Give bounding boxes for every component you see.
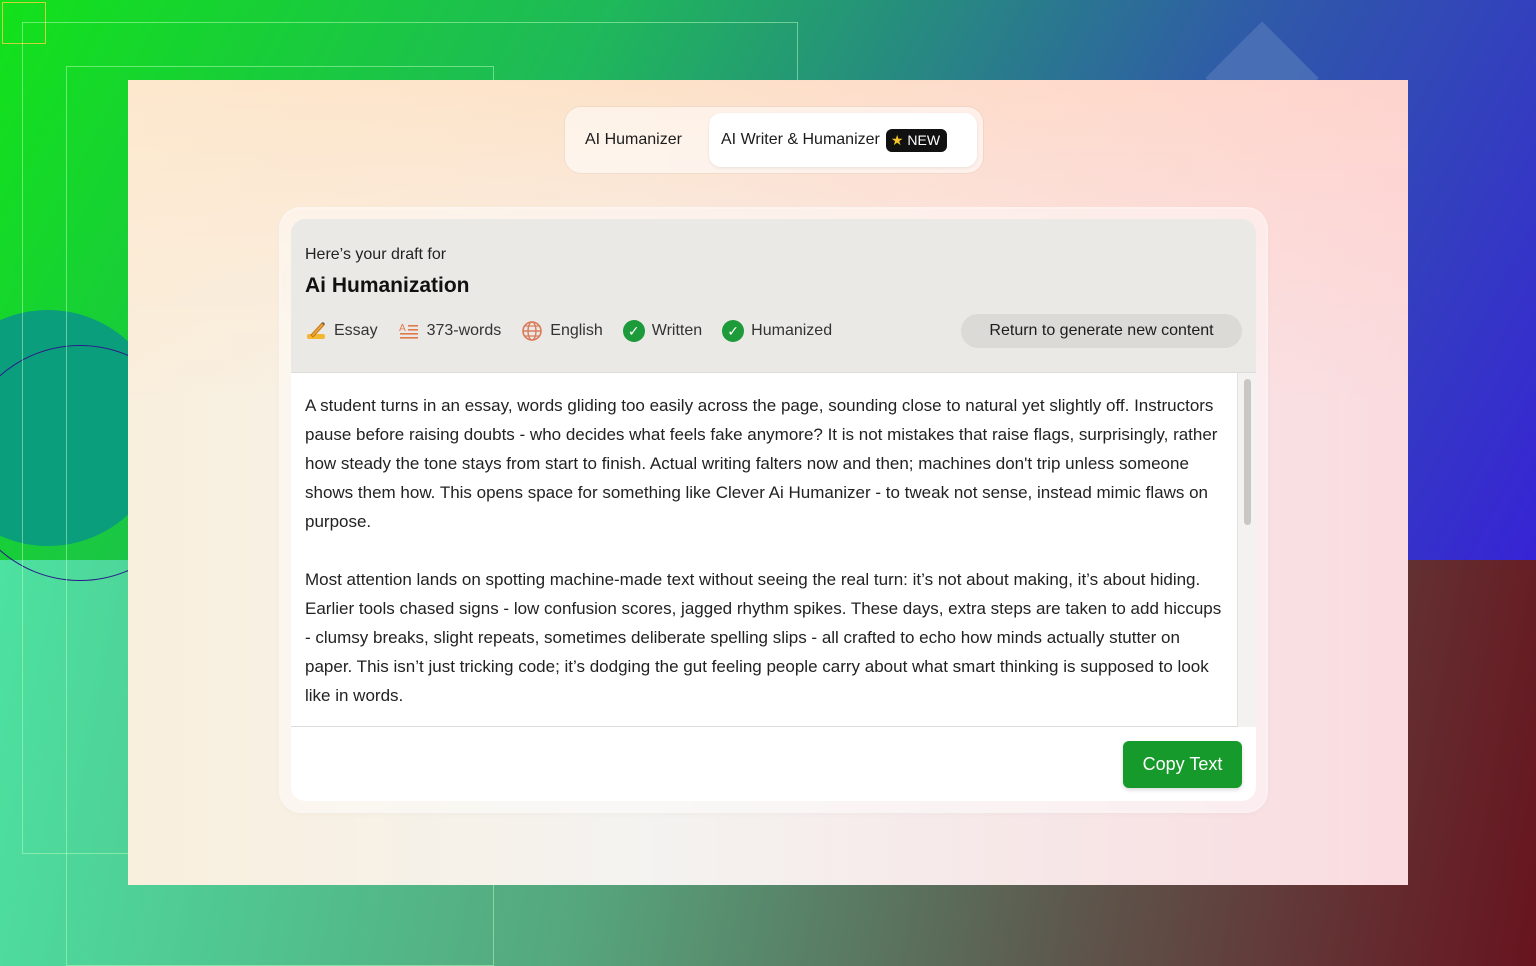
check-icon: ✓	[722, 320, 745, 342]
meta-written: ✓ Written	[622, 320, 703, 342]
paragraph: A student turns in an essay, words glidi…	[305, 396, 1218, 531]
writing-hand-icon	[305, 320, 327, 342]
paragraph: Most attention lands on spotting machine…	[305, 570, 1222, 705]
draft-text: A student turns in an essay, words glidi…	[305, 391, 1225, 739]
return-to-generate-button[interactable]: Return to generate new content	[961, 314, 1242, 348]
draft-footer: Copy Text	[291, 727, 1256, 801]
meta-humanized-label: Humanized	[751, 322, 833, 339]
tab-ai-humanizer[interactable]: AI Humanizer	[573, 113, 703, 167]
draft-title: Ai Humanization	[305, 274, 470, 297]
draft-meta-row: Essay A 373-words English ✓ Written ✓ Hu…	[305, 319, 852, 343]
new-badge: ★ NEW	[885, 128, 948, 152]
scrollbar[interactable]	[1237, 373, 1256, 728]
scrollbar-thumb[interactable]	[1244, 379, 1251, 525]
meta-language: English	[521, 320, 603, 342]
check-icon: ✓	[622, 320, 645, 342]
meta-type: Essay	[305, 320, 378, 342]
star-icon: ★	[890, 131, 904, 148]
meta-words-label: 373-words	[426, 322, 502, 339]
globe-icon	[521, 320, 543, 342]
meta-language-label: English	[550, 322, 603, 339]
meta-written-label: Written	[651, 322, 703, 339]
meta-words: A 373-words	[398, 320, 502, 342]
tab-label: AI Humanizer	[585, 131, 682, 148]
meta-humanized: ✓ Humanized	[722, 320, 832, 342]
draft-panel-inner: Here’s your draft for Ai Humanization Es…	[291, 219, 1256, 801]
draft-intro: Here’s your draft for	[305, 246, 447, 263]
badge-label: NEW	[907, 132, 941, 148]
main-window: AI Humanizer AI Writer & Humanizer ★ NEW…	[128, 80, 1408, 885]
copy-text-button[interactable]: Copy Text	[1123, 741, 1242, 788]
tab-ai-writer-humanizer[interactable]: AI Writer & Humanizer ★ NEW	[709, 113, 977, 167]
svg-text:A: A	[399, 323, 406, 334]
meta-type-label: Essay	[334, 322, 378, 339]
draft-panel: Here’s your draft for Ai Humanization Es…	[281, 209, 1266, 811]
draft-text-area[interactable]: A student turns in an essay, words glidi…	[291, 372, 1256, 728]
mode-tabs: AI Humanizer AI Writer & Humanizer ★ NEW	[565, 107, 983, 173]
text-lines-icon: A	[398, 320, 420, 342]
tab-label: AI Writer & Humanizer	[721, 131, 880, 148]
